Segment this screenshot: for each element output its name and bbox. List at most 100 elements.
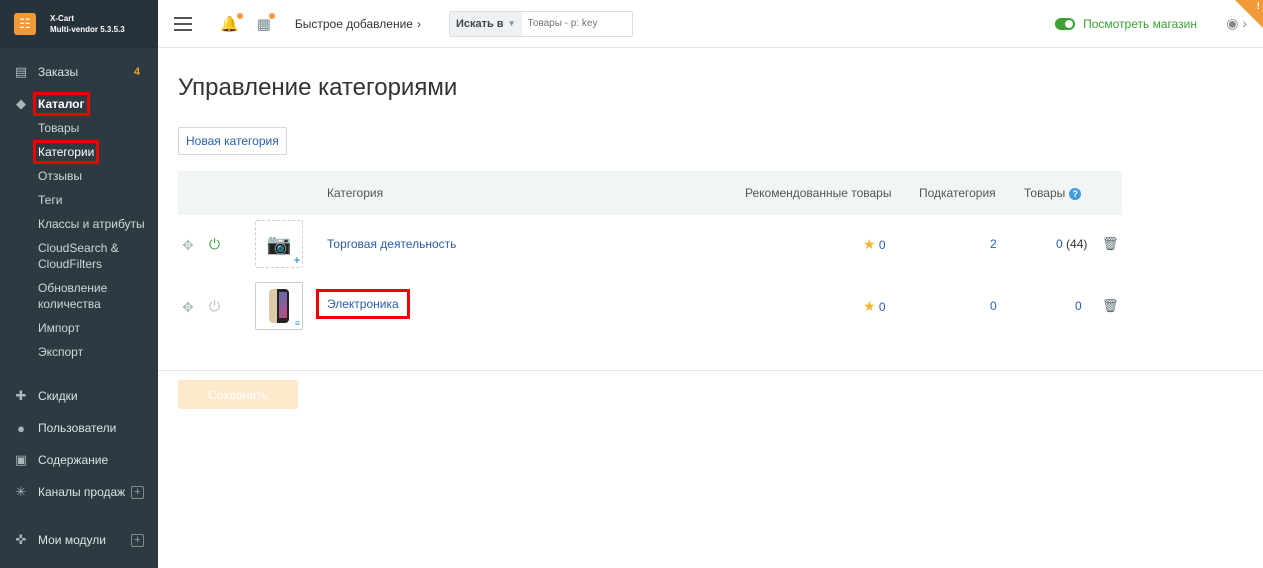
modules-icon: ✜	[15, 532, 27, 547]
alert-icon: !	[1256, 1, 1260, 12]
help-icon[interactable]: ?	[1069, 188, 1082, 200]
gift-icon: ✚	[15, 388, 27, 403]
category-link[interactable]: Торговая деятельность	[327, 237, 456, 251]
trash-icon[interactable]: 🗑	[1102, 298, 1119, 314]
power-icon[interactable]: ⏻	[209, 298, 220, 315]
orders-icon: ▤	[14, 64, 28, 79]
category-link[interactable]: Электроника	[327, 297, 399, 311]
featured-cell[interactable]: ★ 0	[863, 298, 886, 315]
sidebar-item-label: Заказы	[38, 65, 79, 79]
star-icon: ★	[863, 298, 876, 314]
sidebar-subitem-products[interactable]: Товары	[0, 116, 158, 140]
phone-image	[269, 289, 289, 323]
catalog-icon: ◆	[16, 96, 26, 111]
caret-down-icon: ▼	[507, 19, 516, 28]
sidebar-subitem-reviews[interactable]: Отзывы	[0, 164, 158, 188]
sidebar-subitem-categories[interactable]: Категории	[0, 140, 158, 164]
save-button[interactable]: Сохранить	[178, 380, 298, 409]
search-scope-label: Искать в	[455, 17, 504, 30]
table-row: ✥ ⏻ ≡ Электроника ★ 0 0 0 🗑	[178, 277, 1122, 339]
products-count-value[interactable]: 0	[1056, 237, 1063, 251]
subitem-label: Товары	[38, 121, 80, 135]
brand[interactable]: ☷ X-Cart Multi-vendor 5.3.5.3	[0, 0, 158, 48]
header-products: Товары?	[1024, 186, 1082, 200]
header-category[interactable]: Категория	[327, 186, 383, 200]
expand-plus-icon[interactable]: +	[131, 533, 144, 547]
sidebar: ☷ X-Cart Multi-vendor 5.3.5.3 ▤ Заказы 4…	[0, 0, 158, 568]
products-total: (44)	[1066, 237, 1088, 251]
sidebar-item-discounts[interactable]: ✚ Скидки	[0, 380, 158, 412]
header-featured: Рекомендованные товары	[745, 186, 892, 200]
table-header: Категория Рекомендованные товары Подкате…	[178, 171, 1122, 215]
main-content: Управление категориями Новая категория К…	[158, 49, 1263, 568]
star-icon: ★	[863, 236, 876, 252]
sidebar-item-label: Содержание	[38, 453, 109, 467]
search-input[interactable]	[521, 11, 632, 36]
power-icon[interactable]: ⏻	[209, 236, 220, 253]
featured-count: 0	[878, 238, 886, 252]
subitem-label: Теги	[38, 193, 63, 207]
notification-dot	[236, 12, 243, 19]
expand-plus-icon[interactable]: +	[131, 485, 144, 499]
subitem-label: CloudSearch & CloudFilters	[38, 241, 119, 271]
featured-cell[interactable]: ★ 0	[863, 236, 886, 253]
orders-count-badge: 4	[133, 66, 140, 78]
search-box: Искать в ▼	[448, 10, 633, 37]
category-image[interactable]: ≡	[255, 282, 303, 330]
subcategories-count[interactable]: 0	[990, 299, 997, 313]
subitem-label: Классы и атрибуты	[38, 217, 145, 231]
sidebar-subitem-quantity[interactable]: Обновление количества	[0, 276, 110, 316]
sidebar-item-orders[interactable]: ▤ Заказы 4	[0, 60, 158, 84]
category-link-highlight: Электроника	[316, 289, 410, 319]
page-title: Управление категориями	[178, 74, 458, 101]
sidebar-item-label: Каналы продаж	[38, 485, 126, 499]
sidebar-subitem-cloudsearch[interactable]: CloudSearch & CloudFilters	[0, 236, 120, 276]
table-row: ✥ ⏻ 📷 + Торговая деятельность ★ 0 2 0 (4…	[178, 215, 1122, 277]
sidebar-item-users[interactable]: ● Пользователи	[0, 412, 158, 444]
sidebar-item-my-modules[interactable]: ✜ Мои модули +	[0, 524, 158, 556]
products-count-value[interactable]: 0	[1075, 299, 1082, 313]
products-count: 0 (44)	[1056, 237, 1087, 251]
top-bar: 🔔 ▦ Быстрое добавление› Искать в▼ Посмот…	[158, 0, 1263, 48]
sidebar-item-label: Пользователи	[38, 421, 117, 435]
sidebar-item-label: Скидки	[38, 389, 78, 403]
sidebar-subitem-classes[interactable]: Классы и атрибуты	[0, 212, 158, 236]
image-menu-icon[interactable]: ≡	[295, 318, 300, 328]
camera-icon: 📷	[266, 233, 292, 256]
sidebar-subitem-export[interactable]: Экспорт	[0, 340, 158, 364]
add-image-icon[interactable]: +	[294, 255, 300, 267]
trash-icon[interactable]: 🗑	[1102, 236, 1119, 252]
subitem-label: Экспорт	[38, 345, 84, 359]
toggle-switch[interactable]	[1055, 17, 1076, 30]
sidebar-subitem-import[interactable]: Импорт	[0, 316, 158, 340]
menu-burger-icon[interactable]	[174, 13, 192, 35]
search-scope-select[interactable]: Искать в ▼	[449, 11, 522, 36]
quick-add-menu[interactable]: Быстрое добавление ›	[295, 17, 421, 31]
sidebar-item-catalog[interactable]: ◆ Каталог	[0, 92, 158, 116]
brand-logo-icon: ☷	[14, 13, 36, 35]
subcategories-count[interactable]: 2	[990, 237, 997, 251]
sidebar-item-content[interactable]: ▣ Содержание	[0, 444, 158, 476]
channels-icon: ✳	[15, 484, 27, 499]
featured-count: 0	[878, 300, 886, 314]
view-store-label: Посмотреть магазин	[1083, 16, 1197, 31]
new-category-button[interactable]: Новая категория	[178, 127, 287, 155]
users-icon: ●	[17, 420, 25, 436]
notification-dot	[268, 12, 275, 19]
category-image[interactable]: 📷 +	[255, 220, 303, 268]
brand-version: Multi-vendor 5.3.5.3	[50, 25, 125, 34]
sidebar-subitem-tags[interactable]: Теги	[0, 188, 158, 212]
brand-text: X-Cart Multi-vendor 5.3.5.3	[50, 13, 125, 35]
header-subcategories: Подкатегория	[919, 186, 996, 200]
move-icon[interactable]: ✥	[182, 237, 194, 254]
bell-icon[interactable]: 🔔	[220, 12, 243, 33]
view-store-toggle[interactable]: Посмотреть магазин	[1055, 17, 1197, 31]
chevron-right-icon: ›	[416, 16, 421, 31]
subitem-label: Обновление количества	[38, 281, 108, 311]
move-icon[interactable]: ✥	[182, 299, 194, 316]
subitem-label: Отзывы	[38, 169, 82, 183]
stats-icon[interactable]: ▦	[257, 12, 275, 33]
sidebar-item-label: Мои модули	[38, 533, 106, 547]
sidebar-item-sales-channels[interactable]: ✳ Каналы продаж +	[0, 476, 158, 508]
